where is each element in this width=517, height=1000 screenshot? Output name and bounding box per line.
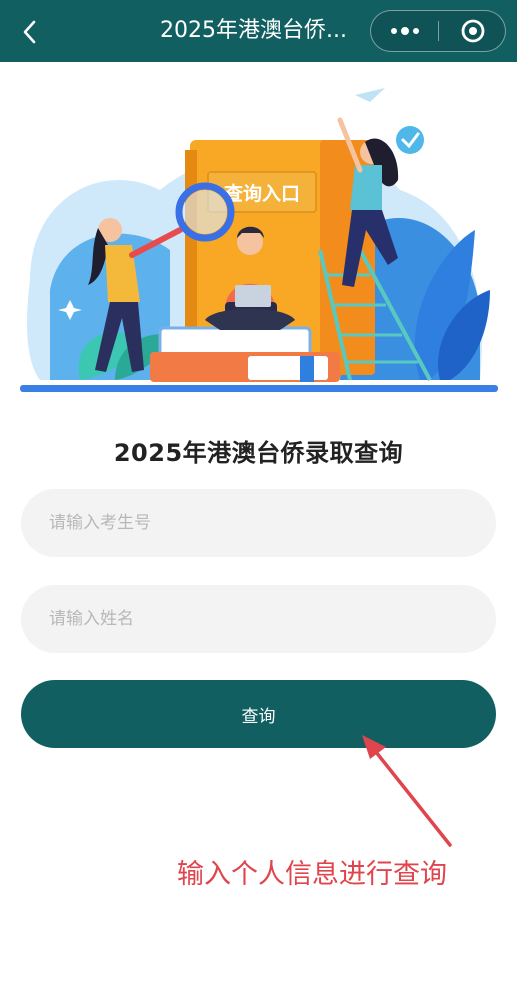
nav-title: 2025年港澳台侨... <box>160 18 347 43</box>
name-input[interactable] <box>21 585 496 653</box>
hero-sign-text: 查询入口 <box>223 182 300 205</box>
annotation-text: 输入个人信息进行查询 <box>177 859 447 890</box>
back-button[interactable] <box>10 12 50 52</box>
page-title: 2025年港澳台侨录取查询 <box>113 439 404 467</box>
more-button[interactable] <box>371 11 438 50</box>
annotation-arrow <box>362 735 452 847</box>
hero-illustration: 查询入口 <box>20 80 498 396</box>
target-close-icon <box>461 19 484 42</box>
exam-number-input[interactable] <box>21 489 496 557</box>
mini-program-capsule <box>370 10 506 52</box>
navigation-bar: 2025年港澳台侨... <box>0 0 517 62</box>
chevron-left-icon <box>23 20 36 44</box>
more-dots-icon <box>390 26 419 35</box>
close-button[interactable] <box>439 11 506 50</box>
